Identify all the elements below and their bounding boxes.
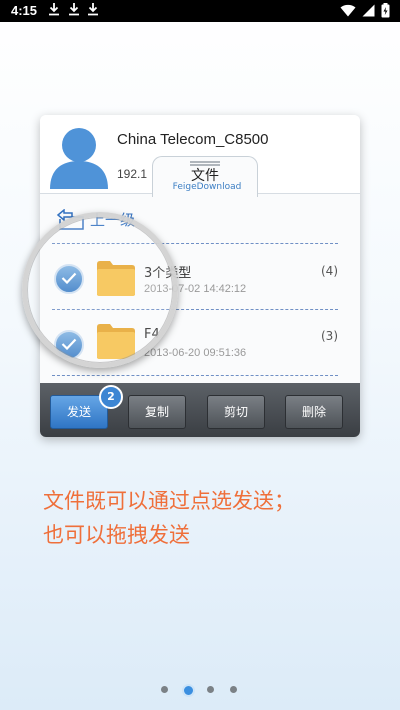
page-dot-active[interactable]: [182, 684, 195, 697]
download-icon: [49, 3, 59, 16]
feature-caption: 文件既可以通过点选发送； 也可以拖拽发送: [43, 484, 373, 552]
signal-icon: [362, 4, 375, 17]
divider: [52, 375, 338, 376]
magnifier-lens: [22, 212, 178, 368]
avatar: [50, 128, 108, 189]
download-icon: [88, 3, 98, 16]
delete-button[interactable]: 删除: [285, 395, 343, 429]
caption-line: 也可以拖拽发送: [43, 523, 190, 547]
file-count: (4): [321, 264, 338, 278]
caption-line: 文件既可以通过点选发送；: [43, 489, 295, 513]
tab-subtitle: FeigeDownload: [172, 182, 242, 192]
tab-grip: [190, 161, 220, 163]
selection-count-badge: 2: [99, 385, 123, 409]
status-bar: 4:15: [0, 0, 400, 22]
download-icon: [69, 3, 79, 16]
file-date: 2013-06-20 09:51:36: [144, 347, 247, 359]
battery-icon: [381, 3, 390, 18]
page-dot[interactable]: [161, 686, 168, 693]
action-toolbar: 发送 复制 剪切 删除 2: [40, 383, 360, 437]
status-time: 4:15: [11, 3, 38, 18]
page-dot[interactable]: [230, 686, 237, 693]
page-indicator: [0, 684, 400, 697]
file-count: (3): [321, 329, 338, 343]
device-ip: 192.1: [117, 167, 148, 181]
device-header: China Telecom_C8500 192.1 文件 FeigeDownlo…: [40, 115, 360, 197]
tab-files[interactable]: 文件 FeigeDownload: [152, 156, 258, 197]
cut-button[interactable]: 剪切: [207, 395, 265, 429]
page-dot[interactable]: [207, 686, 214, 693]
copy-button[interactable]: 复制: [128, 395, 186, 429]
device-name: China Telecom_C8500: [117, 131, 269, 148]
wifi-icon: [340, 4, 356, 17]
